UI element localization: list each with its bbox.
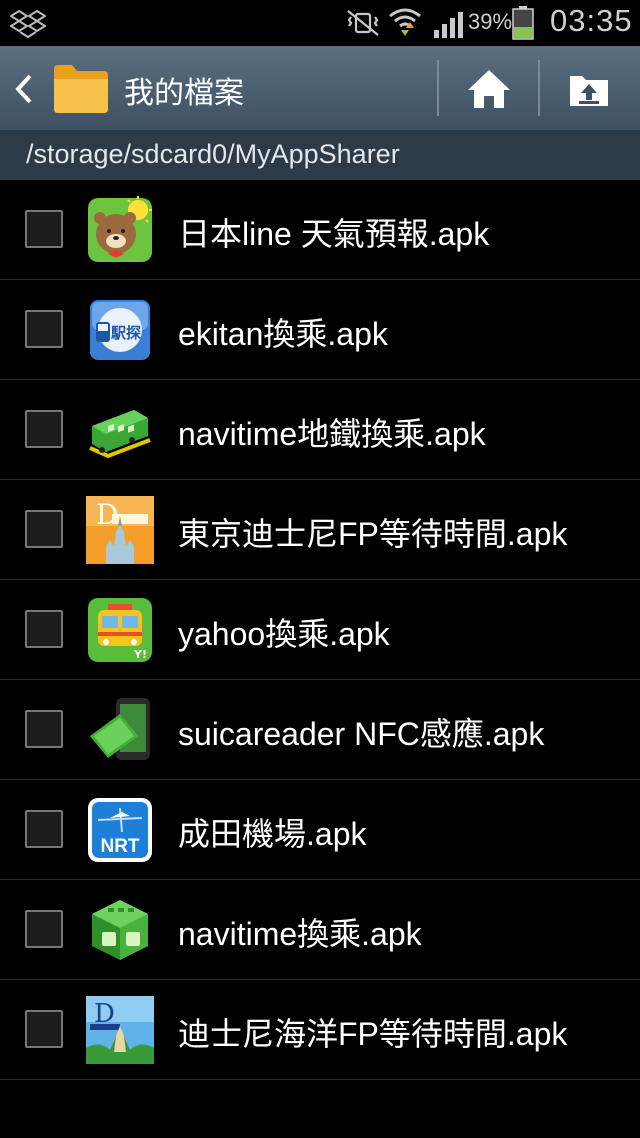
mute-vibrate-icon: [347, 10, 379, 36]
select-checkbox[interactable]: [25, 410, 63, 448]
file-name: 東京迪士尼FP等待時間.apk: [178, 516, 568, 552]
select-checkbox[interactable]: [25, 310, 63, 348]
ekitan-app-icon: 駅探: [90, 300, 150, 360]
back-icon[interactable]: [10, 72, 38, 106]
select-checkbox[interactable]: [25, 910, 63, 948]
file-name: ekitan換乘.apk: [178, 316, 388, 352]
folder-icon: [54, 65, 108, 113]
navitime-transfer-app-icon: [92, 900, 148, 960]
file-name: navitime地鐵換乘.apk: [178, 416, 486, 452]
select-checkbox[interactable]: [25, 510, 63, 548]
list-item[interactable]: navitime換乘.apk: [0, 880, 640, 980]
select-checkbox[interactable]: [25, 1010, 63, 1048]
disneysea-fp-app-icon: D: [86, 996, 154, 1064]
file-name: 迪士尼海洋FP等待時間.apk: [178, 1016, 568, 1052]
navitime-train-app-icon: [89, 410, 151, 459]
yahoo-transit-app-icon: Y!: [88, 598, 152, 662]
select-checkbox[interactable]: [25, 210, 63, 248]
list-item[interactable]: D 東京迪士尼FP等待時間.apk: [0, 480, 640, 580]
svg-text:Y!: Y!: [133, 648, 147, 661]
svg-text:駅探: 駅探: [110, 324, 141, 342]
list-item[interactable]: 日本line 天氣預報.apk: [0, 180, 640, 280]
dropbox-icon: [10, 9, 46, 38]
battery-percent: 39%: [468, 9, 513, 34]
line-weather-app-icon: [88, 196, 152, 262]
narita-nrt-app-icon: NRT: [88, 798, 152, 862]
select-checkbox[interactable]: [25, 810, 63, 848]
current-path: /storage/sdcard0/MyAppSharer: [26, 139, 400, 169]
status-bar: 39% 03:35: [0, 0, 640, 46]
list-item[interactable]: Y! yahoo換乘.apk: [0, 580, 640, 680]
file-name: yahoo換乘.apk: [178, 616, 390, 652]
action-bar: 我的檔案: [0, 46, 640, 130]
disney-fp-app-icon: D: [86, 496, 154, 564]
list-item[interactable]: D 迪士尼海洋FP等待時間.apk: [0, 980, 640, 1080]
svg-text:NRT: NRT: [100, 836, 139, 857]
file-name: 日本line 天氣預報.apk: [178, 216, 490, 252]
divider: [437, 60, 439, 116]
list-item[interactable]: suicareader NFC感應.apk: [0, 680, 640, 780]
suicareader-app-icon: [90, 698, 150, 760]
wifi-icon: [389, 8, 421, 36]
list-item[interactable]: navitime地鐵換乘.apk: [0, 380, 640, 480]
divider: [538, 60, 540, 116]
up-folder-icon[interactable]: [564, 66, 614, 112]
list-item[interactable]: 駅探 ekitan換乘.apk: [0, 280, 640, 380]
page-title: 我的檔案: [124, 76, 244, 111]
battery-icon: [512, 6, 534, 40]
breadcrumb: /storage/sdcard0/MyAppSharer: [0, 130, 640, 180]
file-name: 成田機場.apk: [178, 816, 367, 852]
select-checkbox[interactable]: [25, 610, 63, 648]
home-icon[interactable]: [464, 66, 514, 112]
select-checkbox[interactable]: [25, 710, 63, 748]
clock: 03:35: [550, 3, 633, 38]
list-item[interactable]: NRT 成田機場.apk: [0, 780, 640, 880]
file-name: navitime換乘.apk: [178, 916, 422, 952]
file-name: suicareader NFC感應.apk: [178, 716, 545, 752]
signal-icon: [434, 12, 463, 38]
file-list: 日本line 天氣預報.apk 駅探 ekitan換乘.apk navitime…: [0, 180, 640, 1080]
